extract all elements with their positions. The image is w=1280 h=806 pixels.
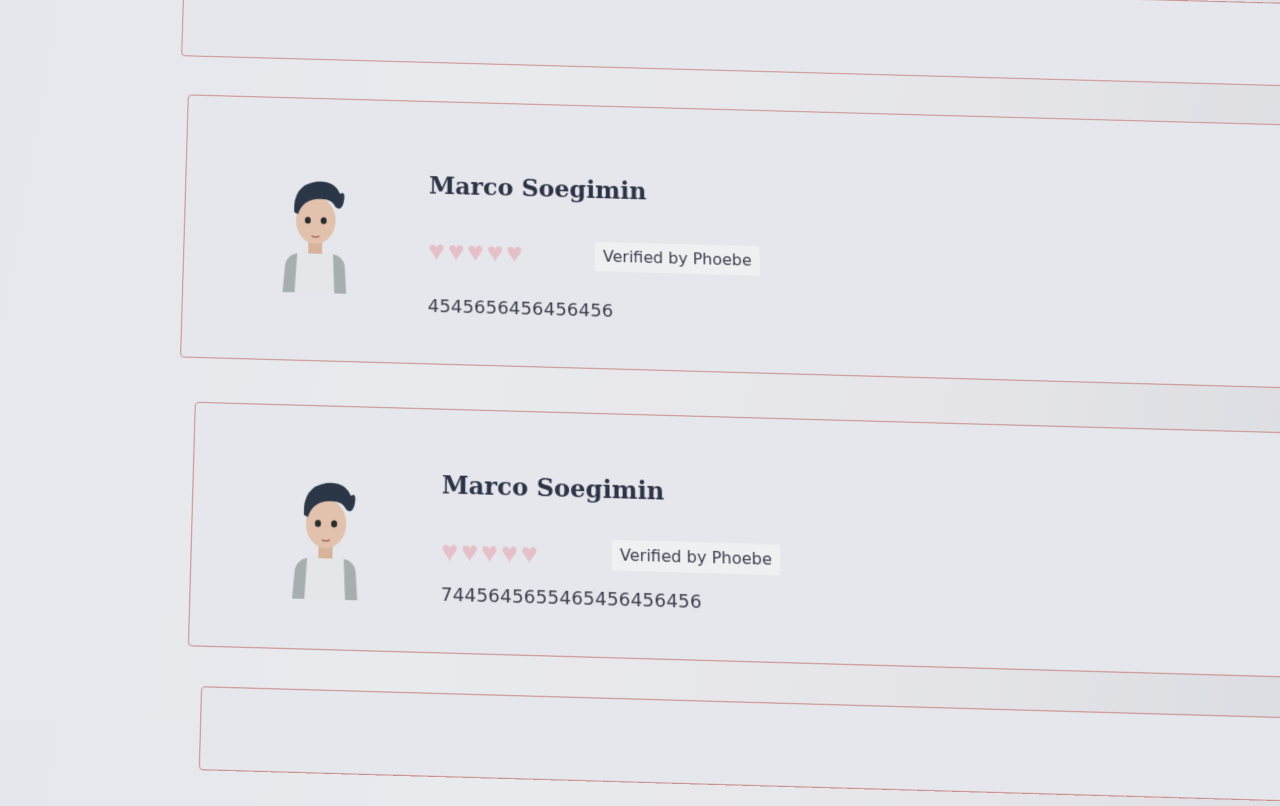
review-card-partial-bottom xyxy=(199,686,1280,805)
review-number: 4545656456456456 xyxy=(428,296,614,322)
boy-avatar-icon xyxy=(284,468,367,603)
heart-icon: ♥ xyxy=(487,239,504,267)
heart-rating: ♥ ♥ ♥ ♥ ♥ xyxy=(428,237,523,267)
reviewer-name: Marco Soegimin xyxy=(442,470,665,506)
review-list: Marco Soegimin ♥ ♥ ♥ ♥ ♥ Verified by Pho… xyxy=(0,6,1280,759)
heart-icon: ♥ xyxy=(467,238,484,266)
verified-badge: Verified by Phoebe xyxy=(595,242,760,276)
heart-icon: ♥ xyxy=(461,538,478,567)
reviewer-name: Marco Soegimin xyxy=(429,171,647,205)
heart-icon: ♥ xyxy=(481,538,498,567)
heart-icon: ♥ xyxy=(441,537,458,566)
heart-icon: ♥ xyxy=(521,539,538,568)
review-card: Marco Soegimin ♥ ♥ ♥ ♥ ♥ Verified by Pho… xyxy=(180,94,1280,390)
review-card-partial-top xyxy=(181,0,1280,88)
heart-icon: ♥ xyxy=(501,539,518,568)
heart-icon: ♥ xyxy=(428,237,445,265)
boy-avatar-icon xyxy=(275,167,357,296)
review-number: 7445645655465456456456 xyxy=(441,584,702,613)
review-card: Marco Soegimin ♥ ♥ ♥ ♥ ♥ Verified by Pho… xyxy=(188,402,1280,681)
verified-badge: Verified by Phoebe xyxy=(612,540,781,575)
heart-icon: ♥ xyxy=(448,238,465,266)
heart-rating: ♥ ♥ ♥ ♥ ♥ xyxy=(441,537,538,568)
heart-icon: ♥ xyxy=(506,239,523,267)
